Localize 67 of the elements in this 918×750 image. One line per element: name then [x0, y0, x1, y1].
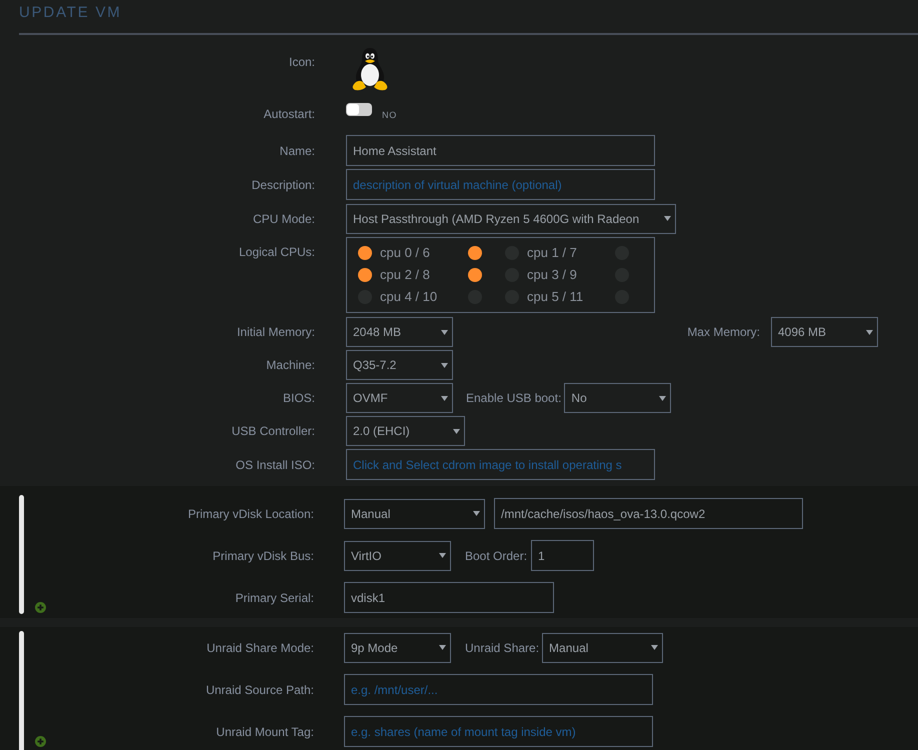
caret-icon: [664, 216, 671, 221]
vdisk-path-field[interactable]: /mnt/cache/isos/haos_ova-13.0.qcow2: [494, 498, 803, 529]
caret-icon: [473, 511, 480, 516]
autostart-state: NO: [382, 110, 397, 120]
field-label: Name:: [280, 142, 315, 158]
cpu-label: cpu 0 / 6: [380, 246, 431, 260]
field-label: Autostart:: [264, 106, 315, 122]
caret-icon: [866, 330, 873, 334]
cpu-label: cpu 5 / 11: [527, 290, 584, 304]
field-label: Max Memory:: [687, 324, 760, 340]
field-label: Description:: [252, 176, 315, 192]
field-label: USB Controller:: [232, 423, 315, 439]
boot-order-field[interactable]: 1: [531, 540, 594, 571]
usb-boot-select[interactable]: No: [564, 383, 672, 413]
field-label: Primary Serial:: [235, 590, 314, 606]
source-path-field[interactable]: e.g. /mnt/user/...: [344, 674, 653, 705]
cpu-mode-select[interactable]: Host Passthrough (AMD Ryzen 5 4600G with Radeon: [346, 204, 676, 234]
field-label: Machine:: [266, 357, 315, 373]
field-label: Primary vDisk Bus:: [212, 548, 314, 564]
cpu-label: cpu 4 / 10: [380, 290, 438, 304]
cpu-thread-checkbox[interactable]: [468, 268, 482, 282]
field-label: Boot Order:: [465, 548, 528, 564]
field-label: Initial Memory:: [236, 324, 315, 340]
penguin-icon[interactable]: [350, 46, 390, 92]
add-icon[interactable]: [35, 736, 46, 747]
vdisk-bus-select[interactable]: VirtIO: [344, 540, 451, 570]
bios-select[interactable]: OVMF: [346, 383, 453, 413]
serial-field[interactable]: vdisk1: [344, 582, 554, 613]
machine-select[interactable]: Q35-7.2: [346, 350, 453, 380]
iso-path-field[interactable]: Click and Select cdrom image to install operating s: [346, 449, 655, 480]
description-field[interactable]: description of virtual machine (optional): [346, 169, 655, 200]
field-label: Primary vDisk Location:: [188, 506, 314, 522]
page-title: UPDATE VM: [19, 4, 122, 22]
share-mode-select[interactable]: 9p Mode: [344, 632, 451, 662]
field-label: Unraid Share Mode:: [206, 640, 314, 656]
memory-select[interactable]: 2048 MB: [346, 317, 453, 347]
cpu-label: cpu 2 / 8: [380, 268, 431, 282]
cpu-thread-checkbox[interactable]: [468, 246, 482, 260]
autostart-toggle[interactable]: [346, 103, 372, 116]
cpu-label: cpu 3 / 9: [527, 268, 578, 282]
share-select[interactable]: Manual: [542, 632, 664, 662]
vdisk-location-select[interactable]: Manual: [344, 498, 485, 528]
caret-icon: [441, 396, 448, 400]
add-icon[interactable]: [35, 602, 46, 613]
cpu-thread-checkbox[interactable]: [358, 246, 372, 260]
caret-icon: [453, 428, 460, 434]
caret-icon: [439, 553, 446, 558]
caret-icon: [441, 362, 448, 368]
usb-controller-select[interactable]: 2.0 (EHCI): [346, 416, 465, 446]
cpu-thread-checkbox[interactable]: [358, 268, 372, 282]
field-label: Enable USB boot:: [466, 390, 562, 406]
field-label: BIOS:: [282, 390, 315, 406]
field-label: Unraid Share:: [465, 640, 540, 656]
field-label: CPU Mode:: [252, 210, 315, 226]
field-label: Unraid Mount Tag:: [216, 724, 314, 740]
field-label: Unraid Source Path:: [206, 682, 314, 698]
caret-icon: [439, 645, 446, 650]
caret-icon: [659, 396, 666, 400]
field-label: Icon:: [288, 54, 315, 70]
mount-tag-field[interactable]: e.g. shares (name of mount tag inside vm): [344, 716, 653, 747]
field-label: Logical CPUs:: [238, 244, 315, 260]
name-field[interactable]: Home Assistant: [346, 135, 655, 166]
field-label: OS Install ISO:: [236, 456, 315, 472]
memory-select[interactable]: 4096 MB: [771, 317, 878, 347]
cpu-label: cpu 1 / 7: [527, 246, 578, 260]
caret-icon: [651, 645, 658, 650]
caret-icon: [441, 330, 448, 334]
